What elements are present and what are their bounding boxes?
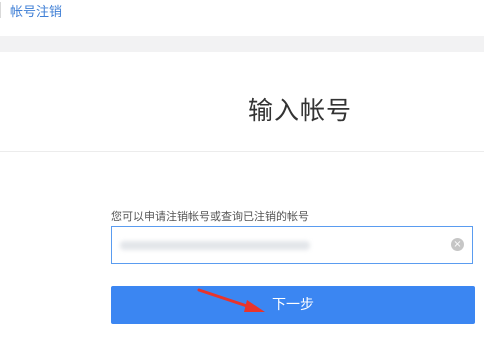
account-input-hint: 您可以申请注销帐号或查询已注销的帐号	[111, 210, 309, 223]
red-arrow-annotation-icon	[197, 288, 265, 312]
section-separator	[0, 36, 484, 52]
account-input[interactable]: ×	[111, 226, 473, 264]
top-bar: 帐号注销	[0, 0, 484, 36]
breadcrumb-divider	[0, 2, 1, 18]
next-step-label: 下一步	[272, 297, 314, 313]
next-step-button[interactable]: 下一步	[111, 286, 475, 324]
page-title: 输入帐号	[247, 96, 352, 125]
title-divider	[0, 151, 484, 152]
clear-icon[interactable]: ×	[451, 238, 464, 251]
breadcrumb-account-cancellation[interactable]: 帐号注销	[10, 1, 62, 20]
obscured-account-value	[120, 241, 310, 250]
